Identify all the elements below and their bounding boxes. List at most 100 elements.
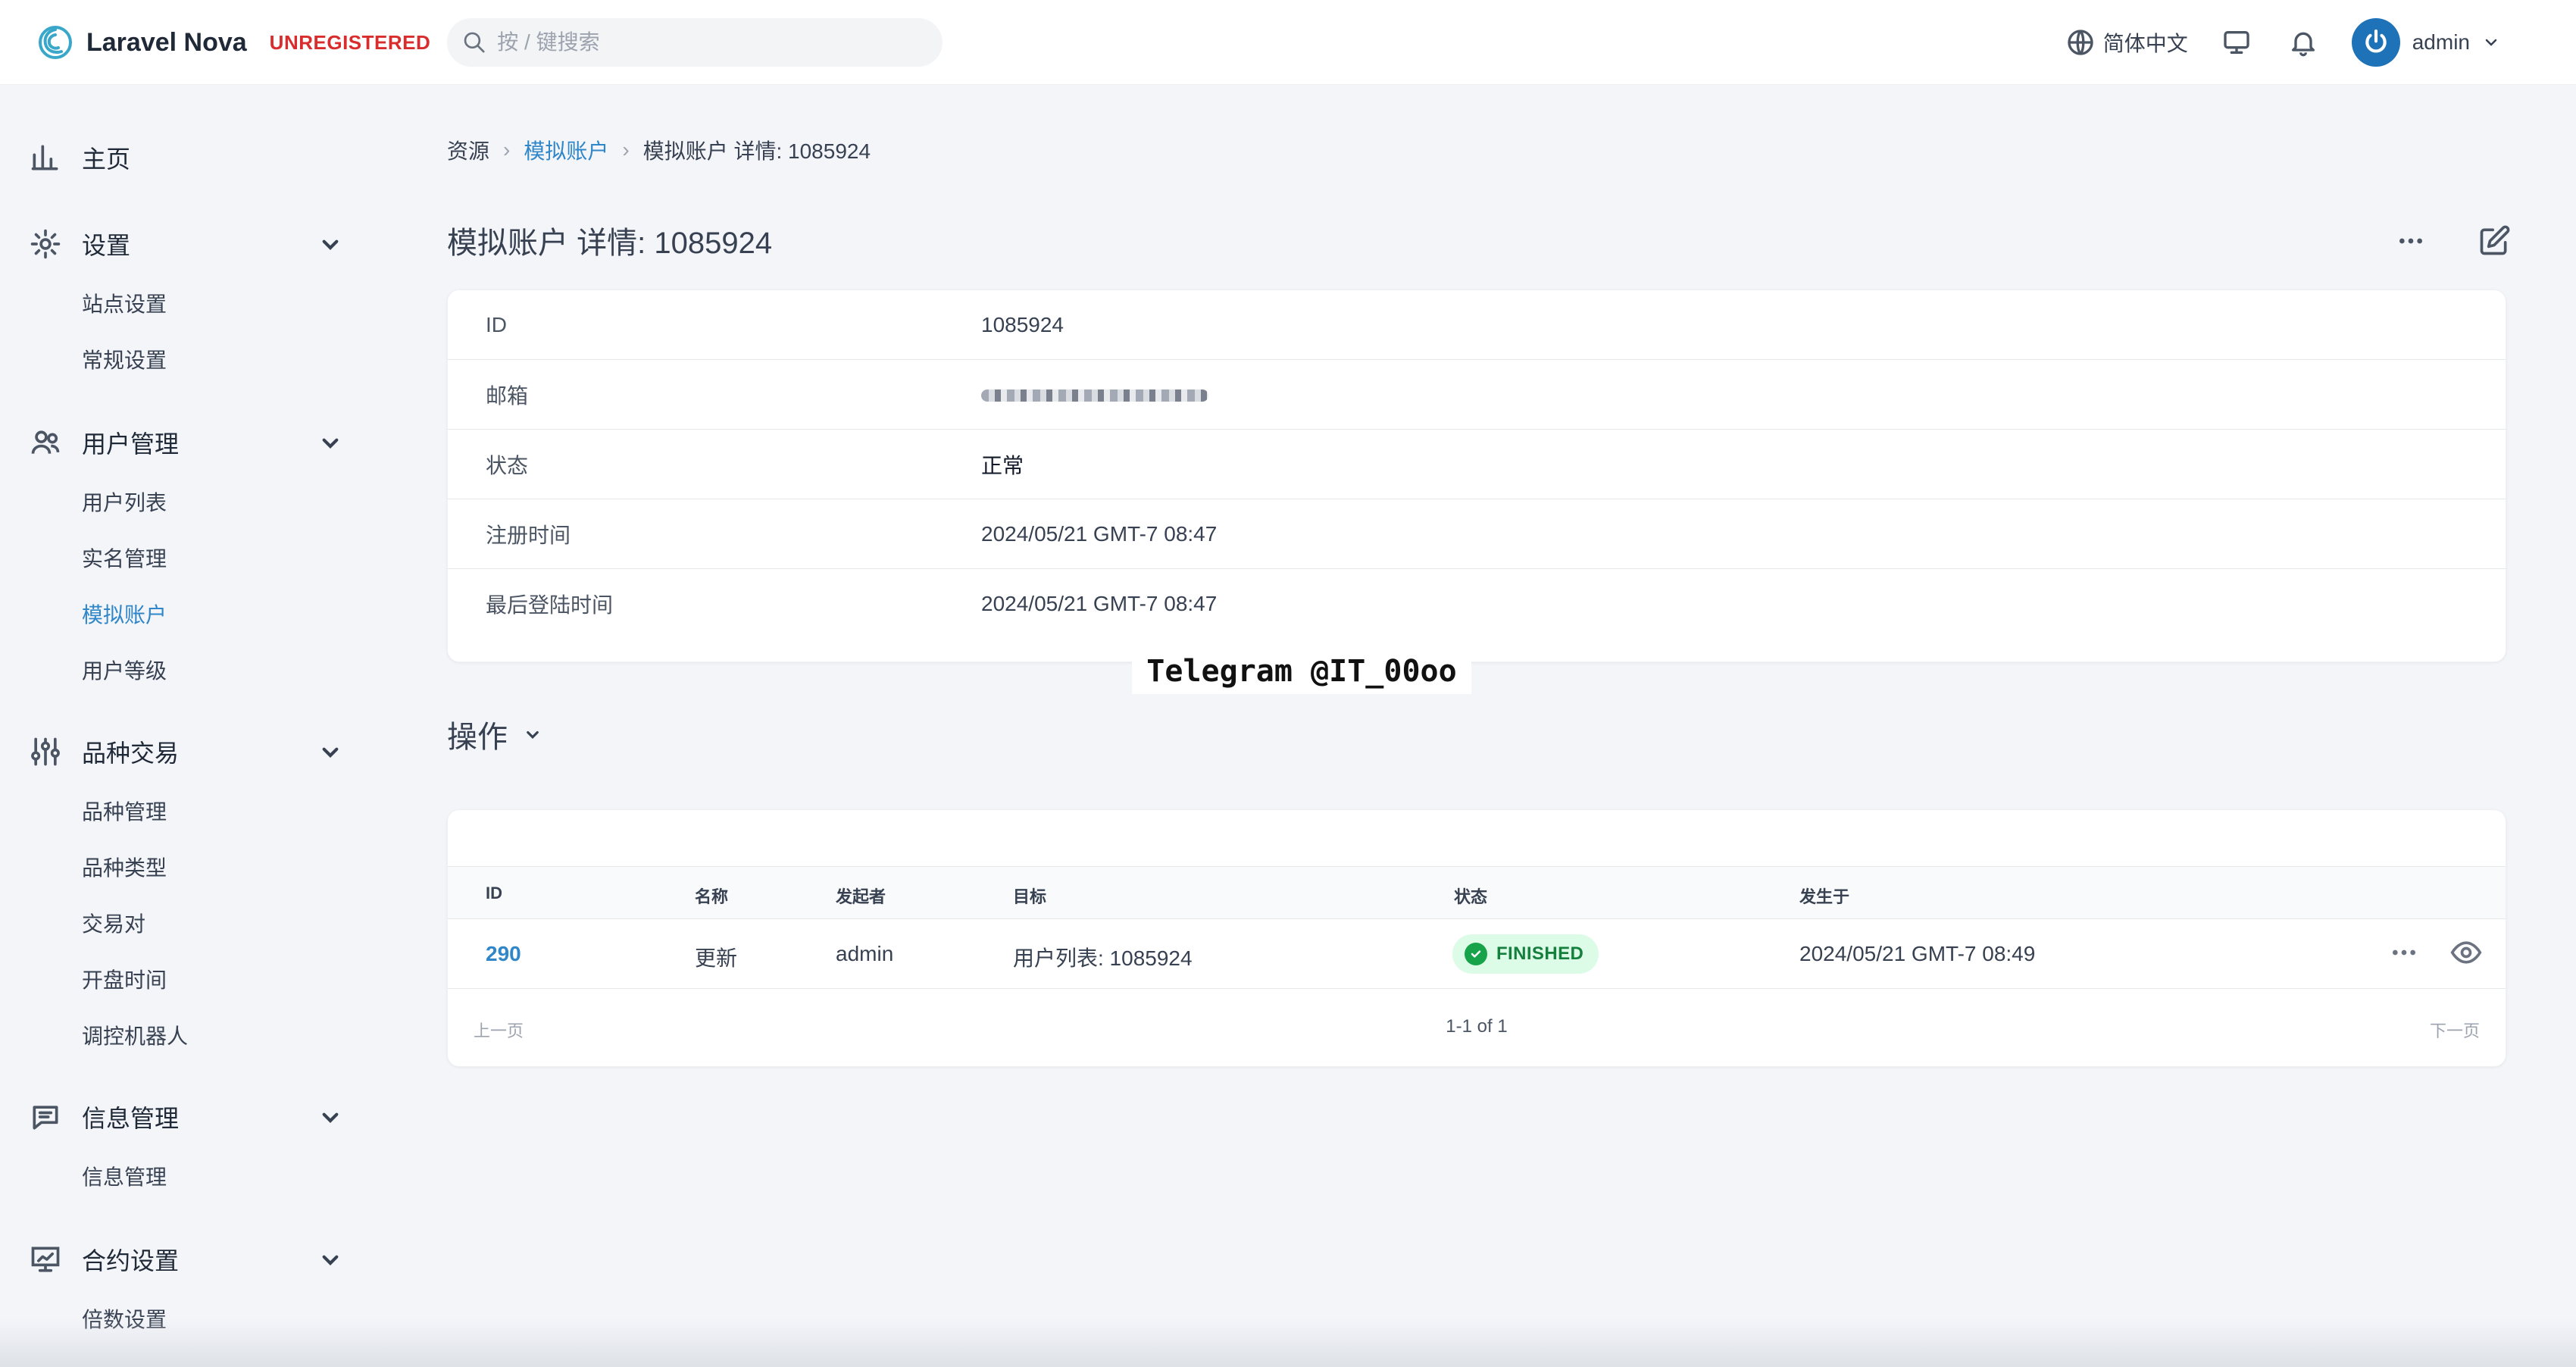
sidebar-item-trading-pairs[interactable]: 交易对: [82, 908, 145, 938]
sidebar-item-messages[interactable]: 信息管理: [82, 1161, 167, 1191]
more-actions-button[interactable]: [2390, 220, 2432, 262]
language-label: 简体中文: [2102, 32, 2188, 55]
watermark-text: Telegram @IT_00oo: [1132, 649, 1471, 694]
detail-label: 注册时间: [486, 523, 571, 547]
language-switcher[interactable]: 简体中文: [2065, 27, 2188, 58]
sidebar-item-kyc[interactable]: 实名管理: [82, 543, 167, 573]
chevron-right-icon: ›: [622, 138, 630, 161]
brand[interactable]: Laravel Nova UNREGISTERED: [36, 23, 430, 62]
sidebar-group-label: 信息管理: [82, 1105, 180, 1132]
chevron-down-icon: [527, 730, 539, 739]
detail-card: ID 1085924 邮箱 状态 正常 注册时间 2024/05/21 GMT-…: [447, 289, 2506, 662]
sidebar-group-users[interactable]: 用户管理: [27, 421, 345, 464]
detail-row: 注册时间 2024/05/21 GMT-7 08:47: [448, 499, 2506, 569]
sidebar-item-opening-hours[interactable]: 开盘时间: [82, 964, 167, 994]
detail-value: 2024/05/21 GMT-7 08:47: [981, 521, 1218, 546]
users-icon: [27, 424, 64, 461]
user-name: admin: [2412, 30, 2470, 54]
sidebar-item-site-settings[interactable]: 站点设置: [82, 288, 167, 318]
sidebar-item-robots[interactable]: 调控机器人: [82, 1020, 188, 1050]
sidebar-group-settings[interactable]: 设置: [27, 223, 345, 265]
global-search[interactable]: [447, 18, 943, 67]
sidebar: 主页 设置 站点设置 常规设置 用户管理 用户列表 实名管理 模拟账户 用户等级…: [0, 85, 394, 1367]
column-header: 发起者: [836, 887, 886, 906]
pagination: 上一页 1-1 of 1 下一页: [448, 989, 2506, 1066]
sidebar-item-home[interactable]: 主页: [27, 136, 345, 179]
display-button[interactable]: [2218, 24, 2255, 61]
detail-value: 正常: [981, 453, 1024, 477]
edit-icon: [2480, 225, 2510, 255]
sidebar-group-trading[interactable]: 品种交易: [27, 730, 345, 773]
brand-name: Laravel Nova: [86, 27, 247, 57]
sidebar-item-user-levels[interactable]: 用户等级: [82, 655, 167, 685]
laravel-nova-logo: [39, 26, 72, 59]
presentation-chart-icon: [27, 1241, 64, 1278]
header-actions: 简体中文 admin: [2065, 15, 2500, 70]
page-count: 1-1 of 1: [1446, 1016, 1508, 1037]
detail-label: 最后登陆时间: [486, 593, 614, 617]
row-initiator: admin: [836, 942, 894, 965]
edit-button[interactable]: [2473, 220, 2515, 262]
search-input[interactable]: [486, 18, 943, 67]
row-actions: [2389, 936, 2483, 973]
sidebar-item-general-settings[interactable]: 常规设置: [82, 344, 167, 374]
sidebar-group-contracts[interactable]: 合约设置: [27, 1238, 345, 1281]
detail-value: 2024/05/21 GMT-7 08:47: [981, 592, 1218, 615]
chevron-down-icon: [322, 1255, 339, 1265]
sidebar-group-label: 合约设置: [82, 1247, 180, 1275]
sidebar-group-messages[interactable]: 信息管理: [27, 1096, 345, 1138]
chevron-down-icon: [322, 747, 339, 758]
detail-value: [981, 383, 1208, 407]
ellipsis-icon: [2399, 238, 2422, 244]
brand-status: UNREGISTERED: [269, 30, 431, 54]
table-header: ID 名称 发起者 目标 状态 发生于: [448, 866, 2506, 919]
eye-icon: [2450, 941, 2482, 964]
detail-row: 最后登陆时间 2024/05/21 GMT-7 08:47: [448, 569, 2506, 639]
search-icon: [464, 32, 485, 53]
sidebar-item-user-list[interactable]: 用户列表: [82, 486, 167, 517]
row-more-button[interactable]: [2389, 937, 2419, 971]
chevron-down-icon: [322, 1112, 339, 1123]
chevron-down-icon: [2485, 39, 2497, 46]
detail-row: ID 1085924: [448, 290, 2506, 360]
chevron-down-icon: [322, 438, 339, 449]
status-badge: FINISHED: [1452, 934, 1599, 974]
breadcrumb: 资源 › 模拟账户 › 模拟账户 详情: 1085924: [447, 135, 871, 165]
user-menu[interactable]: admin: [2351, 18, 2500, 67]
row-name: 更新: [695, 946, 738, 970]
chevron-down-icon: [322, 239, 339, 250]
sidebar-item-demo-accounts[interactable]: 模拟账户: [82, 599, 167, 629]
row-view-button[interactable]: [2449, 936, 2483, 973]
sidebar-item-label: 主页: [82, 145, 131, 173]
column-header: ID: [486, 884, 502, 902]
monitor-icon: [2224, 31, 2249, 55]
breadcrumb-root[interactable]: 资源: [447, 135, 489, 165]
column-header: 名称: [695, 887, 729, 906]
notifications-button[interactable]: [2285, 24, 2321, 61]
sidebar-group-label: 用户管理: [82, 430, 180, 458]
row-occurred-at: 2024/05/21 GMT-7 08:49: [1799, 942, 2036, 965]
page-title: 模拟账户 详情: 1085924: [447, 227, 773, 260]
status-text: FINISHED: [1496, 943, 1584, 964]
row-id-link[interactable]: 290: [486, 942, 521, 966]
next-page-button[interactable]: 下一页: [2430, 1018, 2480, 1042]
breadcrumb-resource[interactable]: 模拟账户: [524, 135, 608, 165]
actions-toggle[interactable]: 操作: [447, 712, 544, 756]
column-header: 目标: [1013, 887, 1047, 906]
detail-label: 邮箱: [486, 383, 529, 408]
detail-label: 状态: [486, 453, 529, 477]
check-circle-icon: [1465, 943, 1487, 965]
ellipsis-icon: [2393, 949, 2415, 956]
chevron-right-icon: ›: [503, 138, 511, 161]
row-target: 用户列表: 1085924: [1013, 946, 1193, 970]
column-header: 发生于: [1799, 887, 1850, 906]
sidebar-item-product-types[interactable]: 品种类型: [82, 852, 167, 882]
sliders-icon: [27, 734, 64, 770]
avatar: [2351, 18, 2400, 67]
detail-label: ID: [486, 312, 507, 336]
sidebar-group-label: 品种交易: [82, 740, 180, 767]
actions-table-card: ID 名称 发起者 目标 状态 发生于 290 更新 admin 用户列表: 1…: [447, 809, 2506, 1067]
detail-value: 1085924: [981, 312, 1064, 336]
prev-page-button[interactable]: 上一页: [474, 1018, 524, 1042]
sidebar-item-products[interactable]: 品种管理: [82, 796, 167, 826]
